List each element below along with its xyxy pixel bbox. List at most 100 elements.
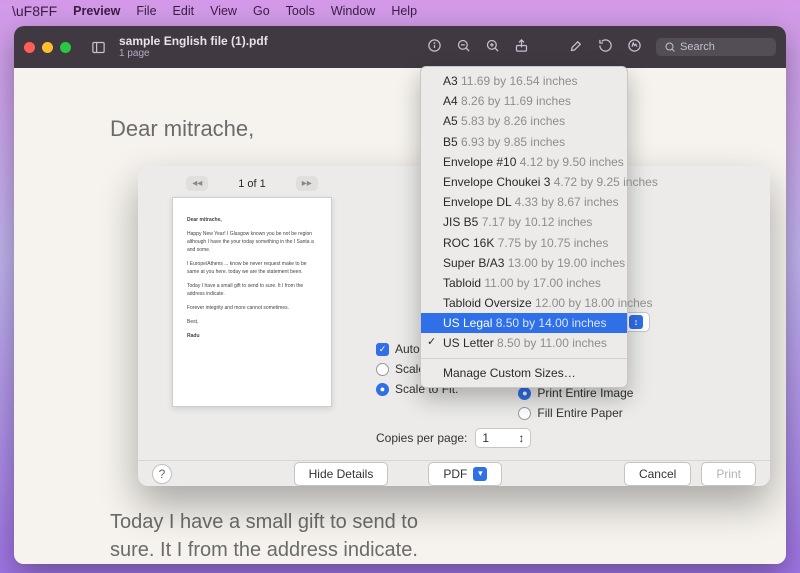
- paper-size-dimensions: 4.72 by 9.25 inches: [554, 175, 658, 189]
- paper-size-name: Super B/A3: [443, 256, 508, 270]
- paper-size-name: US Letter: [443, 336, 497, 350]
- preview-prev-button[interactable]: ◂◂: [186, 176, 208, 191]
- window-title-text: sample English file (1).pdf: [119, 35, 268, 48]
- paper-size-dimensions: 8.26 by 11.69 inches: [461, 94, 571, 108]
- paper-size-dimensions: 8.50 by 11.00 inches: [497, 336, 607, 350]
- paper-size-name: JIS B5: [443, 215, 482, 229]
- window-toolbar: sample English file (1).pdf 1 page Searc…: [14, 26, 786, 68]
- check-icon: ✓: [427, 335, 436, 350]
- paper-size-option[interactable]: A4 8.26 by 11.69 inches: [421, 91, 627, 111]
- paper-size-name: ROC 16K: [443, 236, 498, 250]
- paper-size-option[interactable]: ✓ US Letter 8.50 by 11.00 inches: [421, 333, 627, 353]
- chevron-down-icon: ▾: [473, 467, 487, 481]
- menu-window[interactable]: Window: [331, 4, 375, 18]
- fill-paper-radio[interactable]: [518, 407, 531, 420]
- menu-help[interactable]: Help: [391, 4, 417, 18]
- paper-size-dimensions: 11.00 by 17.00 inches: [484, 276, 601, 290]
- copies-per-page-select[interactable]: 1 ↕: [475, 428, 531, 448]
- paper-size-dimensions: 12.00 by 18.00 inches: [535, 296, 652, 310]
- print-entire-radio[interactable]: ●: [518, 387, 531, 400]
- chevron-updown-icon: ↕: [629, 315, 643, 329]
- paper-size-option[interactable]: Super B/A3 13.00 by 19.00 inches: [421, 253, 627, 273]
- print-dialog-footer: ? Hide Details PDF ▾ Cancel Print: [138, 460, 770, 486]
- highlight-icon[interactable]: [569, 38, 584, 56]
- paper-size-dimensions: 4.33 by 8.67 inches: [515, 195, 619, 209]
- preview-window: sample English file (1).pdf 1 page Searc…: [14, 26, 786, 564]
- markup-icon[interactable]: [627, 38, 642, 56]
- menu-go[interactable]: Go: [253, 4, 270, 18]
- pdf-dropdown-button[interactable]: PDF ▾: [428, 462, 502, 486]
- info-icon[interactable]: [427, 38, 442, 56]
- search-icon: [664, 41, 676, 53]
- copies-per-page-value: 1: [482, 431, 489, 445]
- print-preview-pane: ◂◂ 1 of 1 ▸▸ Dear mitrache, Happy New Ye…: [152, 176, 352, 454]
- paper-size-name: A5: [443, 114, 461, 128]
- paper-size-option[interactable]: A3 11.69 by 16.54 inches: [421, 71, 627, 91]
- paper-size-option[interactable]: JIS B5 7.17 by 10.12 inches: [421, 212, 627, 232]
- fill-paper-label: Fill Entire Paper: [537, 406, 622, 420]
- manage-custom-sizes[interactable]: Manage Custom Sizes…: [421, 363, 627, 383]
- paper-size-option[interactable]: US Legal 8.50 by 14.00 inches: [421, 313, 627, 333]
- paper-size-name: US Legal: [443, 316, 496, 330]
- print-entire-label: Print Entire Image: [537, 386, 633, 400]
- zoom-in-icon[interactable]: [485, 38, 500, 56]
- window-minimize-button[interactable]: [42, 42, 53, 53]
- menubar: \uF8FF Preview File Edit View Go Tools W…: [0, 0, 800, 22]
- menu-view[interactable]: View: [210, 4, 237, 18]
- chevron-updown-icon: ↕: [518, 431, 524, 445]
- paper-size-option[interactable]: Tabloid Oversize 12.00 by 18.00 inches: [421, 293, 627, 313]
- print-preview-thumbnail: Dear mitrache, Happy New Year! I Glasgow…: [172, 197, 332, 407]
- paper-size-dimensions: 4.12 by 9.50 inches: [520, 155, 624, 169]
- preview-next-button[interactable]: ▸▸: [296, 176, 318, 191]
- window-subtitle: 1 page: [119, 48, 268, 59]
- paper-size-dimensions: 7.17 by 10.12 inches: [482, 215, 593, 229]
- paper-size-dimensions: 11.69 by 16.54 inches: [461, 74, 578, 88]
- paper-size-name: Envelope Choukei 3: [443, 175, 554, 189]
- paper-size-name: Envelope DL: [443, 195, 515, 209]
- doc-lower-paragraph: Today I have a small gift to send to sur…: [110, 508, 450, 564]
- cancel-button[interactable]: Cancel: [624, 462, 691, 486]
- rotate-icon[interactable]: [598, 38, 613, 56]
- paper-size-menu[interactable]: A3 11.69 by 16.54 inchesA4 8.26 by 11.69…: [420, 66, 628, 388]
- menu-file[interactable]: File: [136, 4, 156, 18]
- paper-size-option[interactable]: ROC 16K 7.75 by 10.75 inches: [421, 233, 627, 253]
- paper-size-dimensions: 13.00 by 19.00 inches: [508, 256, 625, 270]
- hide-details-button[interactable]: Hide Details: [294, 462, 389, 486]
- paper-size-name: Envelope #10: [443, 155, 520, 169]
- scale-to-fit-radio[interactable]: ●: [376, 383, 389, 396]
- paper-size-name: A3: [443, 74, 461, 88]
- sidebar-toggle-icon[interactable]: [87, 36, 109, 58]
- paper-size-option[interactable]: Envelope DL 4.33 by 8.67 inches: [421, 192, 627, 212]
- paper-size-dimensions: 6.93 by 9.85 inches: [461, 135, 565, 149]
- menu-tools[interactable]: Tools: [286, 4, 315, 18]
- paper-size-name: Tabloid Oversize: [443, 296, 535, 310]
- zoom-out-icon[interactable]: [456, 38, 471, 56]
- paper-size-option[interactable]: Envelope #10 4.12 by 9.50 inches: [421, 152, 627, 172]
- preview-page-counter: 1 of 1: [238, 178, 266, 190]
- paper-size-dimensions: 5.83 by 8.26 inches: [461, 114, 565, 128]
- scale-radio[interactable]: [376, 363, 389, 376]
- share-icon[interactable]: [514, 38, 529, 56]
- search-placeholder: Search: [680, 41, 715, 53]
- traffic-lights: [24, 42, 71, 53]
- paper-size-option[interactable]: B5 6.93 by 9.85 inches: [421, 132, 627, 152]
- paper-size-option[interactable]: Envelope Choukei 3 4.72 by 9.25 inches: [421, 172, 627, 192]
- print-button[interactable]: Print: [701, 462, 756, 486]
- paper-size-option[interactable]: A5 5.83 by 8.26 inches: [421, 111, 627, 131]
- app-menu[interactable]: Preview: [73, 4, 120, 18]
- window-title: sample English file (1).pdf 1 page: [119, 35, 268, 59]
- search-field[interactable]: Search: [656, 38, 776, 56]
- paper-size-name: Tabloid: [443, 276, 484, 290]
- paper-size-option[interactable]: Tabloid 11.00 by 17.00 inches: [421, 273, 627, 293]
- paper-size-dimensions: 7.75 by 10.75 inches: [498, 236, 609, 250]
- apple-menu-icon[interactable]: \uF8FF: [12, 3, 57, 19]
- paper-size-name: B5: [443, 135, 461, 149]
- label-copies-per-page: Copies per page:: [376, 431, 467, 445]
- window-close-button[interactable]: [24, 42, 35, 53]
- window-zoom-button[interactable]: [60, 42, 71, 53]
- help-button[interactable]: ?: [152, 464, 172, 484]
- menu-edit[interactable]: Edit: [173, 4, 195, 18]
- paper-size-dimensions: 8.50 by 14.00 inches: [496, 316, 607, 330]
- paper-size-name: A4: [443, 94, 461, 108]
- auto-rotate-checkbox[interactable]: ✓: [376, 343, 389, 356]
